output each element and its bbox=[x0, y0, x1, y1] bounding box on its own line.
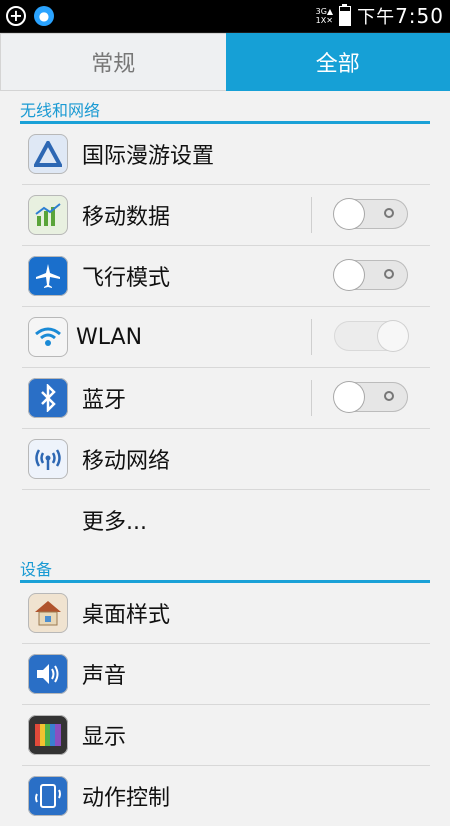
wifi-icon bbox=[28, 317, 68, 357]
setting-mobile-data[interactable]: 移动数据 bbox=[22, 185, 430, 246]
toggle-knob bbox=[334, 199, 364, 229]
tab-bar: 常规 全部 bbox=[0, 32, 450, 91]
setting-label: 桌面样式 bbox=[82, 597, 170, 629]
setting-label: 动作控制 bbox=[82, 780, 170, 812]
wlan-toggle[interactable] bbox=[334, 321, 408, 351]
setting-label: 声音 bbox=[82, 658, 126, 690]
setting-sound[interactable]: 声音 bbox=[22, 644, 430, 705]
antenna-icon bbox=[28, 439, 68, 479]
setting-label: WLAN bbox=[76, 325, 142, 350]
setting-wlan[interactable]: WLAN bbox=[22, 307, 430, 368]
bluetooth-icon bbox=[28, 378, 68, 418]
motion-control-icon bbox=[28, 776, 68, 816]
setting-label: 飞行模式 bbox=[82, 260, 170, 292]
roaming-triangle-icon bbox=[28, 134, 68, 174]
setting-bluetooth[interactable]: 蓝牙 bbox=[22, 368, 430, 429]
setting-more[interactable]: 更多... bbox=[22, 490, 430, 550]
setting-airplane-mode[interactable]: 飞行模式 bbox=[22, 246, 430, 307]
tab-general[interactable]: 常规 bbox=[0, 33, 226, 91]
airplane-icon bbox=[28, 256, 68, 296]
tab-all[interactable]: 全部 bbox=[226, 33, 450, 91]
section-device-header: 设备 bbox=[20, 550, 430, 583]
status-bar: + ● 3G▲ 1X✕ 下午7:50 bbox=[0, 0, 450, 32]
bluetooth-toggle[interactable] bbox=[334, 382, 408, 412]
display-color-bars-icon bbox=[28, 715, 68, 755]
network-indicator: 3G▲ 1X✕ bbox=[316, 7, 333, 25]
setting-label: 蓝牙 bbox=[82, 382, 126, 414]
setting-label: 国际漫游设置 bbox=[82, 138, 214, 170]
mobile-data-toggle[interactable] bbox=[334, 199, 408, 229]
toggle-off-icon bbox=[384, 208, 394, 218]
divider bbox=[311, 380, 312, 416]
setting-label: 移动网络 bbox=[82, 443, 170, 475]
setting-desktop-style[interactable]: 桌面样式 bbox=[22, 583, 430, 644]
setting-label: 移动数据 bbox=[82, 199, 170, 231]
section-wireless-header: 无线和网络 bbox=[20, 91, 430, 124]
battery-icon bbox=[339, 6, 351, 26]
toggle-off-icon bbox=[384, 269, 394, 279]
toggle-off-icon bbox=[384, 391, 394, 401]
toggle-knob bbox=[334, 260, 364, 290]
setting-label: 更多... bbox=[82, 504, 147, 536]
divider bbox=[311, 197, 312, 233]
divider bbox=[311, 319, 312, 355]
add-icon: + bbox=[6, 6, 26, 26]
setting-display[interactable]: 显示 bbox=[22, 705, 430, 766]
toggle-knob bbox=[378, 321, 408, 351]
airplane-mode-toggle[interactable] bbox=[334, 260, 408, 290]
globe-icon: ● bbox=[34, 6, 54, 26]
toggle-knob bbox=[334, 382, 364, 412]
mobile-data-chart-icon bbox=[28, 195, 68, 235]
setting-motion-control[interactable]: 动作控制 bbox=[22, 766, 430, 826]
setting-mobile-network[interactable]: 移动网络 bbox=[22, 429, 430, 490]
setting-international-roaming[interactable]: 国际漫游设置 bbox=[22, 124, 430, 185]
setting-label: 显示 bbox=[82, 719, 126, 751]
home-icon bbox=[28, 593, 68, 633]
clock: 下午7:50 bbox=[357, 3, 444, 29]
speaker-icon bbox=[28, 654, 68, 694]
